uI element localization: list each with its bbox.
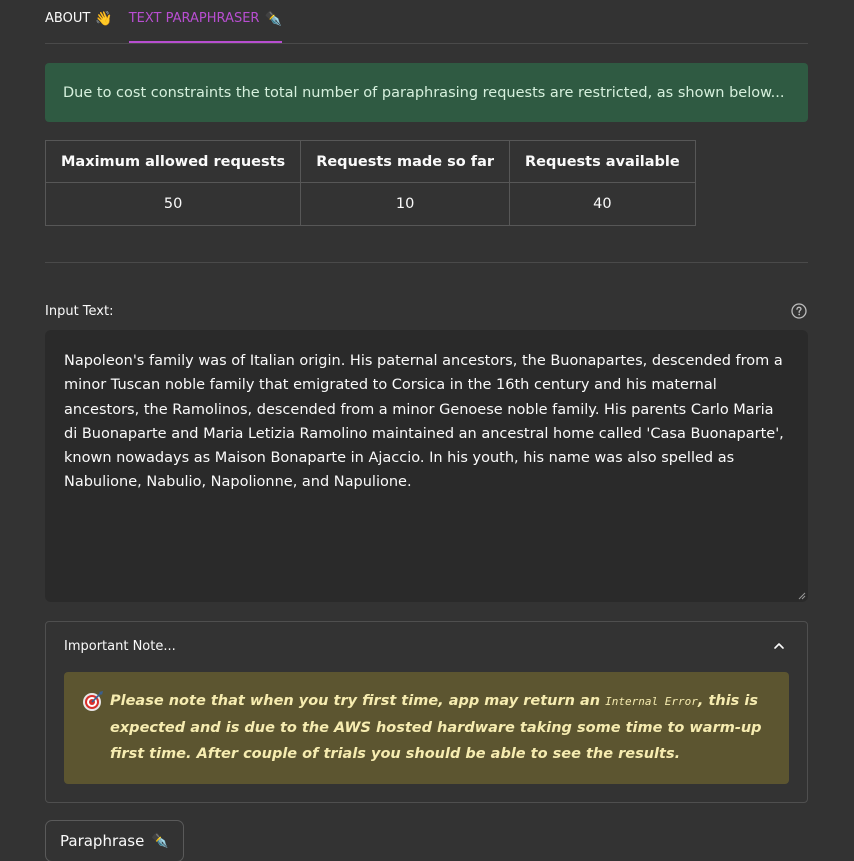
warning-text: Please note that when you try first time…	[110, 688, 771, 767]
paraphrase-button[interactable]: Paraphrase ✒️	[45, 820, 184, 861]
warning-box: Please note that when you try first time…	[64, 672, 789, 784]
table-row: 50 10 40	[44, 182, 696, 226]
direct-hit-icon	[83, 691, 103, 711]
pen-nib-icon: ✒️	[264, 11, 282, 27]
expander-header[interactable]: Important Note...	[46, 622, 807, 670]
input-text-value: Napoleon's family was of Italian origin.…	[64, 353, 784, 491]
waving-hand-icon: 👋	[95, 11, 113, 27]
header-max-requests: Maximum allowed requests	[44, 140, 302, 183]
input-text-label: Input Text:	[45, 303, 114, 319]
requests-table: Maximum allowed requests Requests made s…	[44, 140, 696, 226]
pen-nib-icon: ✒️	[151, 833, 169, 849]
header-requests-available: Requests available	[509, 140, 696, 183]
cell-requests-available: 40	[509, 182, 696, 226]
paraphrase-button-label: Paraphrase	[60, 832, 145, 850]
tab-about-label: ABOUT	[45, 11, 91, 26]
input-label-row: Input Text:	[45, 301, 808, 321]
cell-max-requests: 50	[44, 182, 302, 226]
important-note-expander: Important Note... Please note that when …	[45, 621, 808, 803]
tab-bar: ABOUT 👋 TEXT PARAPHRASER ✒️	[45, 0, 808, 44]
main-content: ABOUT 👋 TEXT PARAPHRASER ✒️ Due to cost …	[44, 0, 808, 861]
input-text-area[interactable]: Napoleon's family was of Italian origin.…	[45, 330, 808, 602]
table-header-row: Maximum allowed requests Requests made s…	[44, 140, 696, 183]
tab-text-paraphraser-label: TEXT PARAPHRASER	[128, 11, 260, 26]
success-alert: Due to cost constraints the total number…	[45, 63, 808, 122]
tab-about[interactable]: ABOUT 👋	[45, 0, 113, 43]
warning-code: Internal Error	[605, 695, 698, 708]
app-page: ABOUT 👋 TEXT PARAPHRASER ✒️ Due to cost …	[0, 0, 854, 861]
header-requests-made: Requests made so far	[300, 140, 511, 183]
resize-handle-icon[interactable]	[798, 592, 806, 600]
alert-text: Due to cost constraints the total number…	[63, 84, 785, 101]
question-circle-icon[interactable]	[791, 303, 807, 319]
cell-requests-made: 10	[300, 182, 511, 226]
chevron-up-icon[interactable]	[773, 640, 785, 652]
expander-title: Important Note...	[64, 638, 176, 654]
tab-text-paraphraser[interactable]: TEXT PARAPHRASER ✒️	[128, 0, 282, 43]
warning-text-before: Please note that when you try first time…	[110, 693, 606, 709]
divider	[45, 262, 808, 263]
